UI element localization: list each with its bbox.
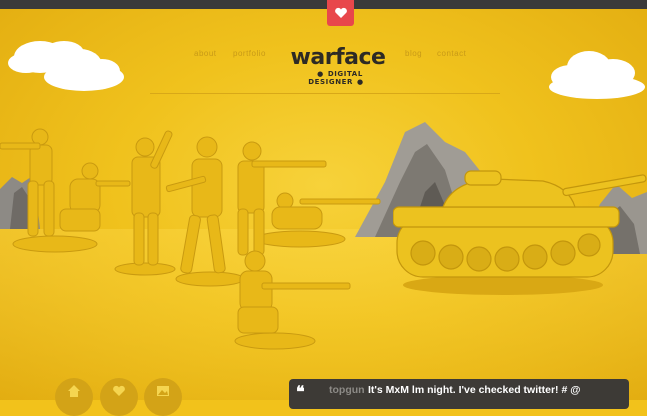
heart-icon <box>334 7 347 18</box>
bullet-icon: ● <box>357 78 364 86</box>
toy-tank <box>393 170 647 295</box>
top-bar <box>0 0 647 9</box>
tweet-bar[interactable]: ❝ topgun It's MxM lm night. I've checked… <box>289 379 629 409</box>
tweet-user[interactable]: topgun <box>329 384 365 396</box>
tweet-text: It's MxM lm night. I've checked twitter!… <box>368 384 581 396</box>
social-image-button[interactable] <box>144 378 182 416</box>
header-divider <box>150 93 500 94</box>
nav-blog[interactable]: blog <box>405 49 422 58</box>
quote-icon: ❝ <box>296 382 305 401</box>
bullet-icon: ● <box>317 70 324 78</box>
social-heart-button[interactable] <box>100 378 138 416</box>
image-icon <box>157 386 169 396</box>
nav-contact[interactable]: contact <box>437 49 466 58</box>
cloud-right <box>549 51 645 99</box>
heart-icon <box>113 385 125 396</box>
home-icon <box>68 385 80 397</box>
hero-scene: about portfolio warface ● DIGITAL DESIGNE… <box>0 9 647 400</box>
logo-name: warface <box>290 45 386 70</box>
heart-tab[interactable] <box>327 0 354 26</box>
nav-about[interactable]: about <box>194 49 217 58</box>
logo-tagline: ● DIGITAL DESIGNER ● <box>282 70 394 86</box>
nav-portfolio[interactable]: portfolio <box>233 49 266 58</box>
cloud-left <box>8 41 124 91</box>
toy-soldiers <box>0 128 381 350</box>
social-home-button[interactable] <box>55 378 93 416</box>
site-logo[interactable]: warface ● DIGITAL DESIGNER ● <box>282 45 394 87</box>
